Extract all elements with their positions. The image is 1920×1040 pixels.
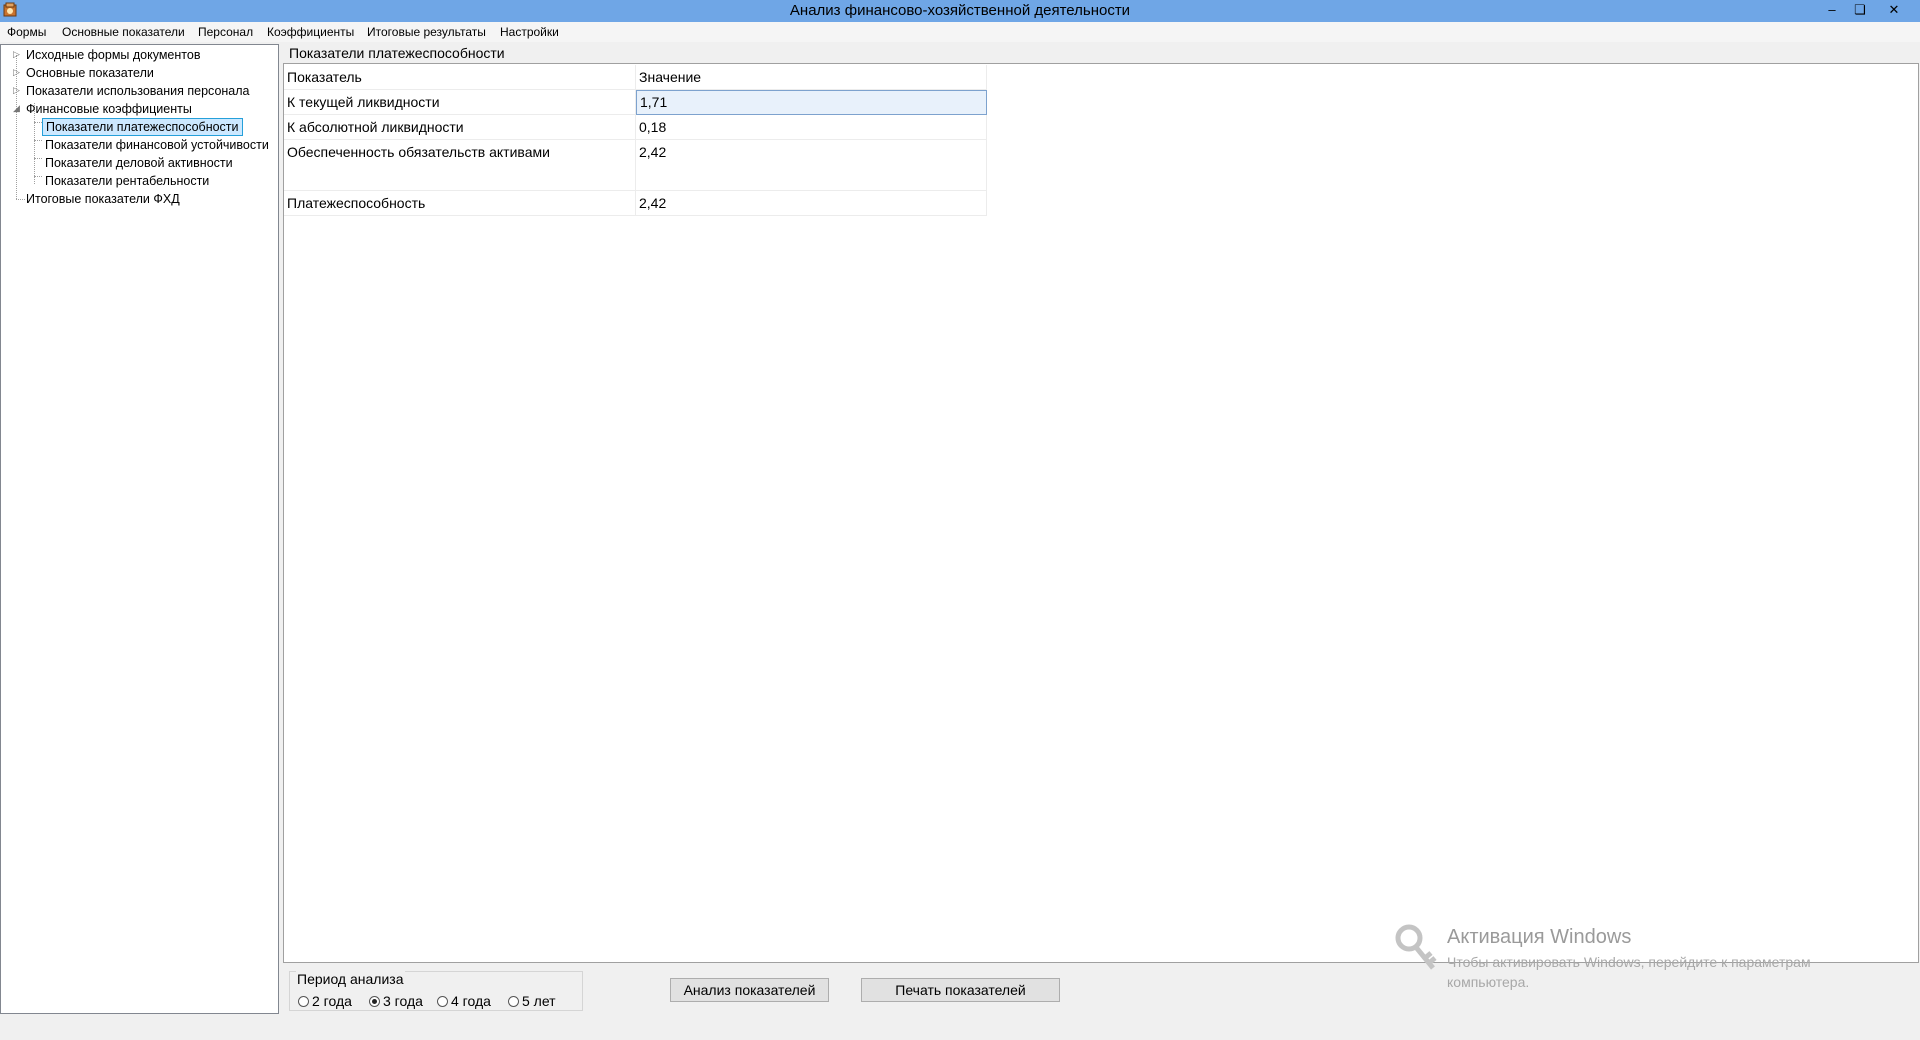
tree-line [34, 122, 42, 123]
tree-item-financial-coefficients[interactable]: Финансовые коэффициенты [26, 100, 192, 118]
table-cell-indicator[interactable]: К текущей ликвидности [284, 90, 636, 115]
tree-line [34, 158, 42, 159]
period-label: Период анализа [296, 971, 405, 987]
expand-arrow-icon[interactable]: ▷ [13, 50, 22, 59]
menu-final-results[interactable]: Итоговые результаты [363, 22, 490, 42]
watermark-title: Активация Windows [1447, 926, 1632, 948]
expand-arrow-icon[interactable]: ▷ [13, 68, 22, 77]
menu-bar: Формы Основные показатели Персонал Коэфф… [0, 22, 1920, 42]
tree-item-final-indicators[interactable]: Итоговые показатели ФХД [26, 190, 180, 208]
column-header-indicator[interactable]: Показатель [284, 65, 636, 90]
menu-personnel[interactable]: Персонал [194, 22, 257, 42]
radio-3-years[interactable]: 3 года [369, 992, 423, 1010]
tree-item-profitability[interactable]: Показатели рентабельности [45, 172, 209, 190]
radio-label: 2 года [312, 993, 352, 1009]
tree-line [16, 199, 25, 200]
minimize-icon: – [1828, 2, 1836, 17]
restore-icon: ❏ [1854, 2, 1866, 17]
radio-label: 3 года [383, 993, 423, 1009]
table-cell-value[interactable]: 2,42 [636, 140, 987, 191]
tree-item-solvency[interactable]: Показатели платежеспособности [42, 118, 243, 136]
close-button[interactable]: ✕ [1880, 0, 1908, 22]
menu-coefficients[interactable]: Коэффициенты [263, 22, 358, 42]
title-bar: Анализ финансово-хозяйственной деятельно… [0, 0, 1920, 22]
tree-item-financial-stability[interactable]: Показатели финансовой устойчивости [45, 136, 269, 154]
table-cell-value[interactable]: 0,18 [636, 115, 987, 140]
watermark-subtitle: Чтобы активировать Windows, перейдите к … [1447, 954, 1811, 990]
tree-item-main-indicators[interactable]: Основные показатели [26, 64, 154, 82]
radio-icon [508, 996, 519, 1007]
tree-line [34, 140, 42, 141]
tree-item-source-forms[interactable]: Исходные формы документов [26, 46, 200, 64]
radio-checked-icon [369, 996, 380, 1007]
radio-4-years[interactable]: 4 года [437, 992, 491, 1010]
close-icon: ✕ [1888, 2, 1900, 17]
print-indicators-button[interactable]: Печать показателей [861, 978, 1060, 1002]
expand-arrow-icon[interactable]: ▷ [13, 86, 22, 95]
key-icon [1395, 924, 1437, 970]
radio-icon [298, 996, 309, 1007]
table-cell-value[interactable]: 1,71 [636, 90, 987, 115]
column-header-value[interactable]: Значение [636, 65, 987, 90]
table-cell-indicator[interactable]: Платежеспособность [284, 191, 636, 216]
menu-settings[interactable]: Настройки [496, 22, 563, 42]
tree-item-personnel-usage[interactable]: Показатели использования персонала [26, 82, 250, 100]
minimize-button[interactable]: – [1818, 0, 1846, 22]
menu-main-indicators[interactable]: Основные показатели [58, 22, 189, 42]
panel-title: Показатели платежеспособности [289, 45, 505, 61]
indicators-grid[interactable]: Показатель Значение К текущей ликвидност… [283, 63, 1919, 963]
menu-forms[interactable]: Формы [3, 22, 50, 42]
restore-button[interactable]: ❏ [1846, 0, 1874, 22]
tree-line [34, 176, 42, 177]
collapse-arrow-icon[interactable]: ◢ [13, 104, 22, 113]
radio-label: 4 года [451, 993, 491, 1009]
table-cell-value[interactable]: 2,42 [636, 191, 987, 216]
radio-2-years[interactable]: 2 года [298, 992, 352, 1010]
navigation-tree[interactable]: ▷ Исходные формы документов ▷ Основные п… [0, 44, 279, 1014]
table-cell-indicator[interactable]: Обеспеченность обязательств активами [284, 140, 636, 191]
table-cell-indicator[interactable]: К абсолютной ликвидности [284, 115, 636, 140]
radio-5-years[interactable]: 5 лет [508, 992, 556, 1010]
window-title: Анализ финансово-хозяйственной деятельно… [789, 2, 1131, 19]
tree-item-business-activity[interactable]: Показатели деловой активности [45, 154, 233, 172]
analyze-indicators-button[interactable]: Анализ показателей [670, 978, 829, 1002]
radio-label: 5 лет [522, 993, 556, 1009]
radio-icon [437, 996, 448, 1007]
